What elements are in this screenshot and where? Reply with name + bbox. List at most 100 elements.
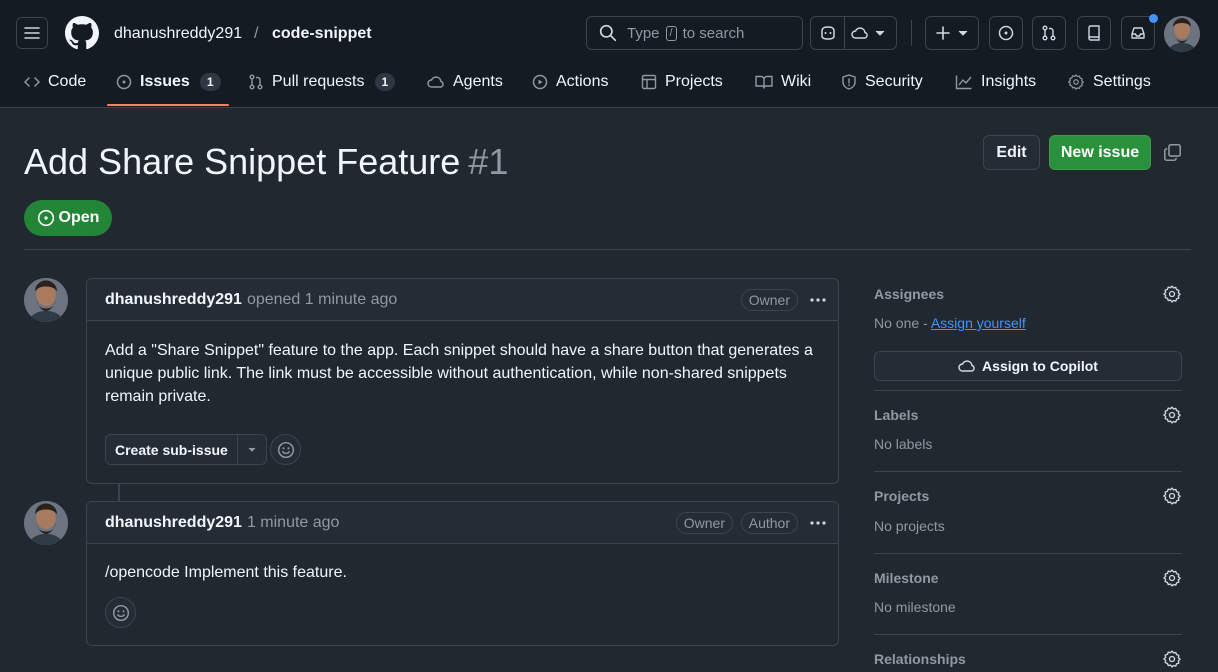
gear-icon: [1068, 74, 1084, 90]
edit-button[interactable]: Edit: [983, 135, 1040, 170]
tab-issues[interactable]: Issues 1: [116, 64, 221, 100]
copy-link-icon[interactable]: [1163, 143, 1182, 162]
comment-options-button[interactable]: [808, 290, 828, 310]
tab-insights-label: Insights: [981, 73, 1037, 90]
menu-icon: [24, 27, 40, 39]
header-divider: [911, 20, 912, 46]
comment-header: dhanushreddy291 opened 1 minute ago: [87, 279, 838, 321]
issue-title: Add Share Snippet Feature #1: [24, 140, 508, 184]
milestone-value: No milestone: [874, 599, 956, 615]
assign-yourself-link[interactable]: Assign yourself: [931, 315, 1026, 331]
search-placeholder-prefix: Type: [627, 24, 660, 42]
pull-requests-shortcut-button[interactable]: [1032, 16, 1066, 50]
comment-author-link[interactable]: dhanushreddy291: [105, 291, 242, 309]
sidebar-divider: [874, 471, 1182, 472]
repo-name-link[interactable]: code-snippet: [272, 24, 372, 44]
comment-author-link[interactable]: dhanushreddy291: [105, 514, 242, 532]
projects-value: No projects: [874, 518, 945, 534]
sub-issue-dropdown-button[interactable]: [236, 435, 266, 464]
issues-shortcut-button[interactable]: [989, 16, 1023, 50]
tab-security[interactable]: Security: [841, 64, 923, 100]
relationships-heading: Relationships: [874, 651, 966, 667]
github-logo-icon[interactable]: [65, 16, 99, 50]
repositories-shortcut-button[interactable]: [1077, 16, 1111, 50]
issue-body-comment: dhanushreddy291 opened 1 minute ago Owne…: [86, 278, 839, 484]
assignees-settings-gear-icon[interactable]: [1162, 284, 1182, 304]
inbox-icon: [1131, 27, 1145, 39]
search-input[interactable]: Type / to search: [586, 16, 803, 50]
comment-timestamp: 1 minute ago: [246, 513, 340, 531]
chevron-down-icon: [248, 447, 256, 452]
tab-actions-label: Actions: [556, 73, 609, 90]
tab-pull-requests[interactable]: Pull requests 1: [248, 64, 396, 100]
create-new-button[interactable]: [925, 16, 979, 50]
hamburger-menu-button[interactable]: [16, 17, 48, 49]
owner-badge: Owner: [740, 289, 798, 311]
repo-owner-link[interactable]: dhanushreddy291: [114, 24, 242, 44]
milestone-settings-gear-icon[interactable]: [1162, 568, 1182, 588]
assignees-none-text: No one -: [874, 315, 931, 331]
cloud-agent-icon: [427, 76, 444, 88]
copilot-button[interactable]: [811, 17, 845, 49]
chevron-down-icon: [875, 30, 885, 36]
comment-author-avatar[interactable]: [24, 501, 68, 545]
cloud-agent-icon: [958, 360, 975, 372]
search-icon: [599, 24, 617, 42]
projects-heading: Projects: [874, 488, 930, 504]
assignees-heading: Assignees: [874, 286, 945, 302]
issues-count-badge: 1: [199, 73, 221, 91]
pull-request-icon: [1042, 25, 1056, 41]
play-icon: [532, 74, 548, 90]
tab-agents[interactable]: Agents: [427, 64, 503, 100]
issue-status-label: Open: [58, 209, 100, 226]
issue-title-text: Add Share Snippet Feature: [24, 141, 461, 182]
copilot-agent-dropdown[interactable]: [845, 26, 885, 40]
tab-projects[interactable]: Projects: [641, 64, 723, 100]
tab-projects-label: Projects: [665, 73, 723, 90]
tab-agents-label: Agents: [453, 73, 503, 90]
timeline-comment: dhanushreddy291 1 minute ago Owner Autho…: [86, 501, 839, 646]
top-bar: dhanushreddy291 / code-snippet Type / to…: [0, 0, 1218, 108]
tab-wiki-label: Wiki: [781, 73, 812, 90]
graph-icon: [955, 75, 972, 90]
owner-badge: Owner: [675, 512, 733, 534]
sidebar-divider: [874, 634, 1182, 635]
tab-insights[interactable]: Insights: [955, 64, 1036, 100]
assign-to-copilot-button[interactable]: Assign to Copilot: [874, 351, 1182, 381]
chevron-down-icon: [958, 30, 968, 36]
comment-timestamp: opened 1 minute ago: [246, 290, 398, 308]
issue-opened-icon: [116, 74, 132, 90]
milestone-heading: Milestone: [874, 570, 939, 586]
search-placeholder-suffix: to search: [682, 24, 745, 42]
labels-settings-gear-icon[interactable]: [1162, 405, 1182, 425]
issue-opened-icon: [998, 25, 1014, 41]
pull-request-icon: [249, 74, 263, 90]
tab-code[interactable]: Code: [24, 64, 86, 100]
comment-options-button[interactable]: [808, 513, 828, 533]
add-reaction-button[interactable]: [270, 434, 301, 465]
assignees-value: No one - Assign yourself: [874, 315, 1026, 331]
code-icon: [24, 77, 40, 87]
create-sub-issue-button-group[interactable]: Create sub-issue: [105, 434, 267, 465]
create-sub-issue-button[interactable]: Create sub-issue: [106, 442, 237, 458]
tab-wiki[interactable]: Wiki: [755, 64, 811, 100]
copilot-button-group[interactable]: [810, 16, 897, 50]
new-issue-button[interactable]: New issue: [1049, 135, 1151, 170]
user-avatar[interactable]: [1164, 16, 1200, 52]
book-icon: [755, 75, 773, 89]
sidebar-divider: [874, 553, 1182, 554]
pull-requests-count-badge: 1: [374, 73, 396, 91]
tab-actions[interactable]: Actions: [532, 64, 608, 100]
smiley-icon: [112, 604, 129, 621]
breadcrumb-separator: /: [254, 25, 259, 42]
smiley-icon: [277, 441, 294, 458]
relationships-settings-gear-icon[interactable]: [1162, 649, 1182, 669]
author-badge: Author: [740, 512, 798, 534]
tab-security-label: Security: [865, 73, 923, 90]
title-divider: [24, 249, 1191, 250]
add-reaction-button[interactable]: [105, 597, 136, 628]
tab-settings[interactable]: Settings: [1067, 64, 1151, 100]
projects-settings-gear-icon[interactable]: [1162, 486, 1182, 506]
timeline-connector: [118, 484, 120, 501]
comment-author-avatar[interactable]: [24, 278, 68, 322]
